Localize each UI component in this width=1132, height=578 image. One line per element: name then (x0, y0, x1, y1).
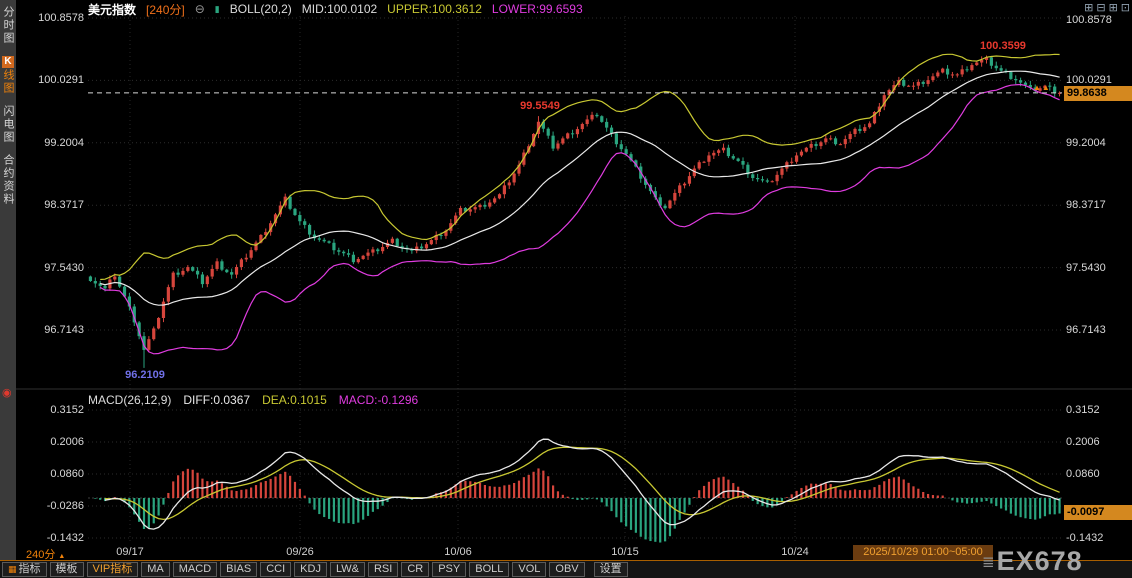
indicator-grid-icon: ▦ (8, 564, 17, 574)
y-axis-label: 96.7143 (1066, 324, 1106, 336)
left-tab-strip: 分时图 K 线图 闪电图 合约资料 (0, 0, 16, 578)
macd-axis-label: 0.2006 (50, 436, 84, 448)
sidebar-item-label: 闪电图 (2, 105, 14, 144)
macd-axis-label: -0.1432 (1066, 532, 1104, 544)
layout-2-icon[interactable]: ⊟ (1096, 1, 1105, 14)
x-axis-date: 09/26 (286, 546, 314, 558)
toolbar-button-obv[interactable]: OBV (549, 562, 585, 577)
sidebar-item-label: 分时图 (2, 6, 14, 45)
toolbar-button-lwr[interactable]: LW& (329, 562, 365, 577)
last-price-badge: 99.8638 (1064, 86, 1132, 101)
sidebar-item-label: 合约资料 (2, 154, 14, 206)
toolbar-button-rsi[interactable]: RSI (367, 562, 399, 577)
sidebar-item-contract-info[interactable]: 合约资料 (0, 154, 16, 206)
macd-axis-label: 0.2006 (1066, 436, 1100, 448)
bottom-toolbar: ▦ 指标 模板 VIP指标 MA MACD BIAS CCI KDJ LW& RS… (0, 561, 1132, 578)
y-axis-label: 99.2004 (1066, 137, 1106, 149)
y-axis-label: 100.0291 (1066, 74, 1112, 86)
toolbar-button-indicator[interactable]: ▦ 指标 (2, 562, 47, 577)
boll-mid-value: MID:100.0102 (301, 2, 378, 16)
toolbar-button-cr[interactable]: CR (401, 562, 430, 577)
macd-axis-label: 0.3152 (50, 404, 84, 416)
toolbar-button-cci[interactable]: CCI (260, 562, 292, 577)
x-axis-date: 09/17 (116, 546, 144, 558)
watermark: ≣ EX678 (982, 546, 1083, 577)
watermark-text: EX678 (996, 546, 1083, 576)
y-axis-label: 99.2004 (44, 137, 84, 149)
sidebar-item-lightning-chart[interactable]: 闪电图 (0, 105, 16, 144)
macd-value-badge: -0.0097 (1064, 505, 1132, 520)
toolbar-button-kdj[interactable]: KDJ (294, 562, 327, 577)
y-axis-label: 98.3717 (1066, 199, 1106, 211)
toolbar-button-settings[interactable]: 设置 (593, 562, 628, 577)
x-axis-date: 10/06 (444, 546, 472, 558)
macd-axis-label: 0.0860 (50, 468, 84, 480)
low-price-annotation: 96.2109 (125, 369, 165, 381)
toolbar-button-vol[interactable]: VOL (512, 562, 547, 577)
peak-price-annotation: 99.5549 (520, 100, 560, 112)
toolbar-button-macd[interactable]: MACD (172, 562, 218, 577)
y-axis-label: 100.0291 (38, 74, 84, 86)
macd-params-label: MACD(26,12,9) (88, 393, 172, 407)
price-macd-chart[interactable] (0, 0, 1132, 578)
macd-axis-label: -0.1432 (46, 532, 84, 544)
toolbar-button-template[interactable]: 模板 (49, 562, 84, 577)
chart-header: 美元指数 [240分] ⊖ ▮ BOLL(20,2) MID:100.0102 … (88, 1, 583, 18)
y-axis-label: 97.5430 (44, 262, 84, 274)
toolbar-button-boll[interactable]: BOLL (469, 562, 510, 577)
candlestick-icon: ▮ (214, 3, 220, 14)
macd-axis-label: 0.3152 (1066, 404, 1100, 416)
high-price-annotation: 100.3599 (980, 40, 1026, 52)
period-arrow-icon: ▲ (58, 553, 66, 560)
macd-dea-value: DEA:0.1015 (262, 393, 327, 407)
macd-header: MACD(26,12,9) DIFF:0.0367 DEA:0.1015 MAC… (88, 393, 418, 407)
y-axis-label: 100.8578 (38, 12, 84, 24)
layout-icon-group: ⊞ ⊟ ⊞ ⊡ (1084, 1, 1130, 14)
toolbar-button-vip-indicator[interactable]: VIP指标 (86, 562, 139, 577)
toolbar-button-psy[interactable]: PSY (432, 562, 467, 577)
boll-upper-value: UPPER:100.3612 (387, 2, 482, 16)
y-axis-label: 100.8578 (1066, 14, 1112, 26)
collapse-icon[interactable]: ⊖ (195, 2, 205, 16)
macd-axis-label: -0.0286 (46, 500, 84, 512)
y-axis-label: 98.3717 (44, 199, 84, 211)
layout-1-icon[interactable]: ⊞ (1084, 1, 1093, 14)
period-label[interactable]: [240分] (146, 1, 185, 18)
toolbar-button-ma[interactable]: MA (141, 562, 170, 577)
layout-4-icon[interactable]: ⊡ (1121, 1, 1130, 14)
boll-lower-value: LOWER:99.6593 (491, 2, 583, 16)
y-axis-label: 97.5430 (1066, 262, 1106, 274)
sidebar-item-timeline-chart[interactable]: 分时图 (0, 6, 16, 45)
macd-diff-value: DIFF:0.0367 (183, 393, 251, 407)
logo-bars-icon: ≣ (982, 553, 995, 571)
x-axis-date: 10/24 (781, 546, 809, 558)
kline-k-badge: K (2, 56, 14, 68)
current-bar-time-label: 2025/10/29 01:00~05:00 (853, 545, 993, 560)
macd-pane-marker-icon[interactable]: ◉ (2, 386, 12, 399)
y-axis-label: 96.7143 (44, 324, 84, 336)
sidebar-item-kline-chart[interactable]: K 线图 (0, 55, 16, 95)
sidebar-item-label: 线图 (2, 69, 14, 95)
macd-hist-value: MACD:-0.1296 (338, 393, 419, 407)
symbol-name: 美元指数 (88, 2, 137, 17)
toolbar-button-bias[interactable]: BIAS (220, 562, 258, 577)
layout-3-icon[interactable]: ⊞ (1109, 1, 1118, 14)
price-up-arrows-icon: ▲▲ (1033, 83, 1051, 92)
x-axis-date: 10/15 (611, 546, 639, 558)
macd-axis-label: 0.0860 (1066, 468, 1100, 480)
boll-label: BOLL(20,2) (229, 2, 292, 16)
